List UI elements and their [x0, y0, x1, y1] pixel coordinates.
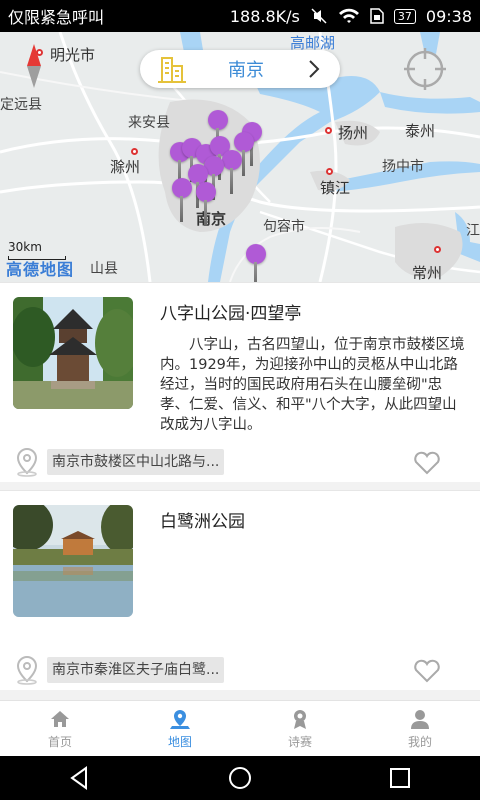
locate-icon[interactable] [404, 48, 446, 90]
tab-home[interactable]: 首页 [0, 701, 120, 756]
tab-label: 我的 [407, 734, 432, 749]
map-pin[interactable] [222, 150, 242, 194]
place-card[interactable]: 八字山公园·四望亭 八字山，古名四望山，位于南京市鼓楼区境内。1929年，为迎接… [0, 282, 480, 482]
tab-profile[interactable]: 我的 [360, 701, 480, 756]
map-label: 来安县 [128, 115, 170, 131]
place-address: 南京市秦淮区夫子庙白鹭... [47, 657, 225, 683]
system-nav-bar [0, 756, 480, 800]
city-dot [131, 148, 138, 155]
home-icon [51, 710, 69, 727]
map-label: 山县 [90, 261, 118, 277]
back-icon[interactable] [66, 764, 94, 792]
tab-map[interactable]: 地图 [120, 701, 240, 756]
network-speed: 188.8K/s [229, 6, 300, 26]
clock: 09:38 [425, 6, 472, 26]
map-label: 镇江 [320, 179, 351, 197]
place-thumbnail [13, 297, 133, 409]
building-icon [158, 57, 186, 83]
place-address: 南京市鼓楼区中山北路与... [47, 449, 225, 475]
place-title: 八字山公园·四望亭 [160, 304, 302, 324]
chevron-right-icon [309, 60, 320, 78]
map-label: 南京 [196, 210, 227, 228]
map-label: 泰州 [405, 122, 436, 140]
map-label: 扬州 [338, 124, 369, 142]
home-circle-icon[interactable] [226, 764, 254, 792]
mute-icon [311, 8, 327, 24]
status-bar: 仅限紧急呼叫 188.8K/s 37 09:38 [0, 0, 480, 32]
compass-icon[interactable] [24, 42, 44, 90]
tab-label: 诗赛 [287, 734, 312, 749]
map-label: 明光市 [50, 46, 96, 64]
selected-city: 南京 [228, 60, 264, 81]
map-label: 句容市 [263, 219, 305, 235]
place-thumbnail [13, 505, 133, 617]
map-pin[interactable] [208, 110, 228, 154]
amap-logo: 高德地图 [6, 260, 75, 279]
city-selector[interactable]: 南京 [140, 50, 340, 88]
map-view[interactable]: 明光市 高邮湖 定远县 来安县 扬州 泰州 滁州 扬中市 镇江 句容市 南京 山… [0, 32, 480, 282]
bottom-tab-bar: 首页 地图 诗赛 我的 [0, 700, 480, 756]
carrier-text: 仅限紧急呼叫 [8, 8, 105, 27]
award-icon [294, 709, 306, 729]
map-label: 常州 [412, 264, 443, 282]
map-pin[interactable] [234, 132, 254, 176]
city-dot [325, 127, 332, 134]
place-description: 八字山，古名四望山，位于南京市鼓楼区境内。1929年，为迎接孙中山的灵柩从中山北… [160, 337, 465, 433]
scale-label: 30km [8, 240, 42, 254]
favorite-heart-icon[interactable] [413, 659, 441, 683]
sim-icon [370, 8, 384, 24]
map-pin-icon [170, 709, 190, 729]
map-pin[interactable] [172, 178, 192, 222]
map-label: 江 [466, 223, 480, 239]
user-icon [411, 709, 429, 729]
map-label: 定远县 [0, 97, 42, 113]
city-dot [434, 246, 441, 253]
map-label: 滁州 [110, 158, 141, 176]
recents-square-icon[interactable] [386, 764, 414, 792]
city-dot [326, 168, 333, 175]
map-pin[interactable] [246, 244, 266, 282]
place-list[interactable]: 八字山公园·四望亭 八字山，古名四望山，位于南京市鼓楼区境内。1929年，为迎接… [0, 282, 480, 700]
tab-label: 地图 [167, 734, 192, 749]
map-label: 扬中市 [382, 159, 424, 175]
wifi-icon [338, 8, 359, 23]
location-icon [16, 447, 38, 477]
place-title: 白鹭洲公园 [160, 512, 245, 532]
map-pin[interactable] [188, 164, 208, 208]
battery-level: 37 [393, 8, 416, 24]
place-card[interactable]: 白鹭洲公园 南京市秦淮区夫子庙白鹭... [0, 490, 480, 690]
location-icon [16, 655, 38, 685]
favorite-heart-icon[interactable] [413, 451, 441, 475]
tab-label: 首页 [47, 734, 72, 749]
map-pin[interactable] [196, 182, 216, 226]
tab-poetry-contest[interactable]: 诗赛 [240, 701, 360, 756]
